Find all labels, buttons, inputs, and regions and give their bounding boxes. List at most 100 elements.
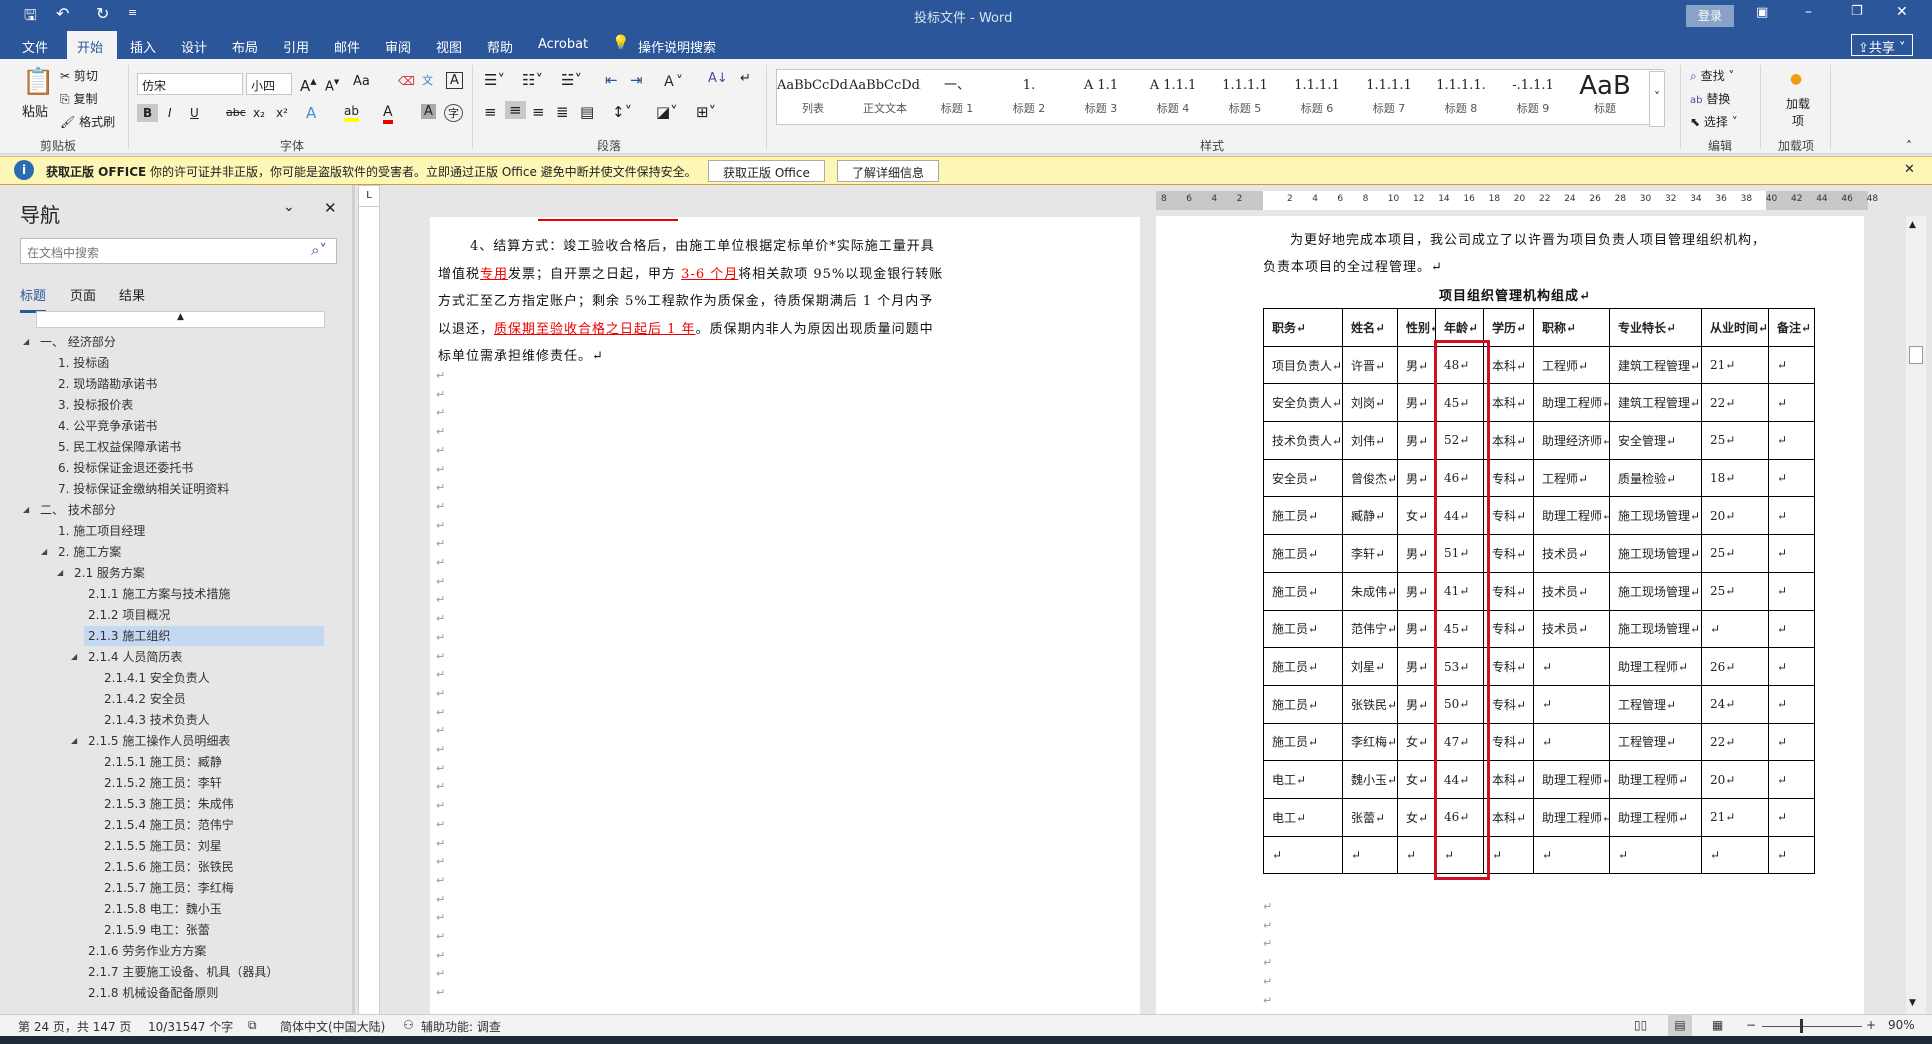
- table-cell[interactable]: ↵: [1768, 684, 1815, 724]
- align-center-icon[interactable]: ≡: [505, 101, 526, 119]
- nav-heading-item[interactable]: 5. 民工权益保障承诺书: [58, 437, 181, 457]
- nav-heading-item[interactable]: 2.1.4.3 技术负责人: [104, 710, 210, 730]
- table-cell[interactable]: ↵: [1768, 383, 1815, 423]
- table-cell[interactable]: 本科↵: [1483, 345, 1534, 385]
- nav-heading-item[interactable]: 2.1.3 施工组织: [84, 626, 324, 646]
- word-count[interactable]: 10/31547 个字: [148, 1018, 233, 1035]
- nav-heading-item[interactable]: 2.1.5.6 施工员：张铁民: [104, 857, 234, 877]
- superscript-button[interactable]: x²: [276, 106, 288, 120]
- style-3[interactable]: 一、 标题 1: [921, 70, 993, 126]
- table-cell[interactable]: 21↵: [1701, 345, 1769, 385]
- table-cell[interactable]: 施工员↵: [1263, 609, 1343, 649]
- character-shading-icon[interactable]: A: [421, 104, 436, 119]
- nav-tab-results[interactable]: 结果: [119, 285, 145, 304]
- font-color-icon[interactable]: A: [383, 104, 393, 124]
- table-cell[interactable]: 专科↵: [1483, 647, 1534, 686]
- shading-icon[interactable]: ◪˅: [656, 103, 678, 121]
- nav-heading-item[interactable]: 2.1.8 机械设备配备原则: [88, 983, 218, 1003]
- login-button[interactable]: 登录: [1686, 5, 1734, 27]
- borders-icon[interactable]: ⊞˅: [696, 103, 716, 121]
- cut-button[interactable]: ✂ 剪切: [60, 67, 98, 84]
- nav-heading-item[interactable]: 2. 施工方案: [58, 542, 121, 562]
- table-cell[interactable]: ↵: [1263, 835, 1343, 875]
- proofing-icon[interactable]: ⧉: [248, 1018, 257, 1033]
- table-cell[interactable]: 施工员↵: [1263, 571, 1343, 611]
- vertical-scrollbar[interactable]: ▲ ▼: [1906, 216, 1926, 1014]
- nav-heading-item[interactable]: 2.1.4.1 安全负责人: [104, 668, 210, 688]
- zoom-out-icon[interactable]: −: [1746, 1018, 1756, 1032]
- table-cell[interactable]: 男↵: [1397, 609, 1436, 649]
- nav-heading-item[interactable]: 2.1 服务方案: [74, 563, 145, 583]
- strikethrough-button[interactable]: abc: [226, 106, 246, 119]
- expand-triangle-icon[interactable]: ◢: [41, 547, 47, 556]
- table-cell[interactable]: 曾俊杰↵: [1342, 458, 1398, 498]
- table-cell[interactable]: 女↵: [1397, 722, 1436, 762]
- table-cell[interactable]: 技术员↵: [1533, 571, 1610, 611]
- table-cell[interactable]: 男↵: [1397, 571, 1436, 611]
- table-cell[interactable]: 男↵: [1397, 534, 1436, 573]
- table-cell[interactable]: ↵: [1483, 835, 1534, 875]
- expand-triangle-icon[interactable]: ◢: [23, 505, 29, 514]
- style-8[interactable]: 1.1.1.1 标题 6: [1281, 70, 1353, 126]
- bold-button[interactable]: B: [137, 104, 159, 122]
- table-cell[interactable]: 助理工程师↵: [1533, 383, 1610, 423]
- table-cell[interactable]: 18↵: [1701, 458, 1769, 498]
- table-cell[interactable]: 张蕾↵: [1342, 797, 1398, 837]
- minimize-icon[interactable]: –: [1805, 4, 1812, 20]
- table-cell[interactable]: 助理工程师↵: [1609, 760, 1702, 799]
- align-right-icon[interactable]: ≡: [532, 103, 545, 121]
- tab-home[interactable]: 开始: [67, 31, 117, 59]
- nav-search-input[interactable]: 在文档中搜索 ⌕˅: [20, 238, 337, 264]
- redo-icon[interactable]: ↻: [96, 4, 109, 23]
- nav-heading-item[interactable]: 2.1.1 施工方案与技术措施: [88, 584, 230, 604]
- column-header[interactable]: 备注↵: [1768, 308, 1815, 347]
- nav-heading-item[interactable]: 2.1.6 劳务作业方方案: [88, 941, 206, 961]
- nav-heading-item[interactable]: 一、 经济部分: [40, 332, 116, 352]
- table-cell[interactable]: 男↵: [1397, 647, 1436, 686]
- table-cell[interactable]: 技术员↵: [1533, 534, 1610, 573]
- nav-heading-item[interactable]: 1. 施工项目经理: [58, 521, 145, 541]
- numbering-icon[interactable]: ☷˅: [522, 71, 543, 89]
- chinese-layout-icon[interactable]: Ａ˅: [662, 71, 683, 91]
- table-cell[interactable]: ↵: [1533, 684, 1610, 724]
- table-cell[interactable]: ↵: [1768, 571, 1815, 611]
- column-header[interactable]: 职称↵: [1533, 308, 1610, 347]
- horizontal-ruler[interactable]: 8 6 4 2 2 4 6 8 10 12 14 16 18 20 22 24 26 28 30 32 34 36 38 40…: [1156, 191, 1878, 210]
- table-cell[interactable]: 25↵: [1701, 421, 1769, 460]
- paste-icon[interactable]: 📋: [22, 67, 54, 97]
- print-layout-icon[interactable]: ▤: [1668, 1015, 1692, 1037]
- tell-me-search[interactable]: 操作说明搜索: [628, 35, 726, 58]
- table-cell[interactable]: 刘岗↵: [1342, 383, 1398, 423]
- table-cell[interactable]: 男↵: [1397, 345, 1436, 385]
- nav-heading-item[interactable]: 2.1.5.3 施工员：朱成伟: [104, 794, 234, 814]
- table-cell[interactable]: ↵: [1768, 496, 1815, 536]
- subscript-button[interactable]: x₂: [253, 106, 265, 120]
- table-cell[interactable]: 张铁民↵: [1342, 684, 1398, 724]
- read-mode-icon[interactable]: ▯▯: [1634, 1018, 1647, 1032]
- table-cell[interactable]: 助理工程师↵: [1533, 760, 1610, 799]
- column-header[interactable]: 从业时间↵: [1701, 308, 1769, 347]
- page-count[interactable]: 第 24 页，共 147 页: [18, 1018, 131, 1035]
- table-cell[interactable]: 安全负责人↵: [1263, 383, 1343, 423]
- tab-layout[interactable]: 布局: [222, 35, 268, 58]
- table-cell[interactable]: 许晋↵: [1342, 345, 1398, 385]
- multilevel-list-icon[interactable]: ☱˅: [561, 71, 582, 89]
- table-cell[interactable]: ↵: [1342, 835, 1398, 875]
- table-cell[interactable]: 女↵: [1397, 496, 1436, 536]
- text-effects-icon[interactable]: A: [306, 104, 316, 122]
- table-cell[interactable]: 施工现场管理↵: [1609, 571, 1702, 611]
- column-header[interactable]: 姓名↵: [1342, 308, 1398, 347]
- column-header[interactable]: 专业特长↵: [1609, 308, 1702, 347]
- nav-scrollbar[interactable]: [352, 185, 355, 1014]
- table-cell[interactable]: 工程师↵: [1533, 458, 1610, 498]
- get-genuine-office-button[interactable]: 获取正版 Office: [708, 160, 825, 182]
- find-button[interactable]: ⌕ 查找 ˅: [1690, 67, 1734, 84]
- table-cell[interactable]: ↵: [1768, 609, 1815, 649]
- table-cell[interactable]: ↵: [1609, 835, 1702, 875]
- table-cell[interactable]: 李轩↵: [1342, 534, 1398, 573]
- style-1[interactable]: AaBbCcDdI 列表: [777, 70, 849, 126]
- tab-design[interactable]: 设计: [171, 35, 217, 58]
- table-cell[interactable]: 专科↵: [1483, 684, 1534, 724]
- save-icon[interactable]: 🖫: [24, 5, 37, 30]
- nav-heading-item[interactable]: 1. 投标函: [58, 353, 109, 373]
